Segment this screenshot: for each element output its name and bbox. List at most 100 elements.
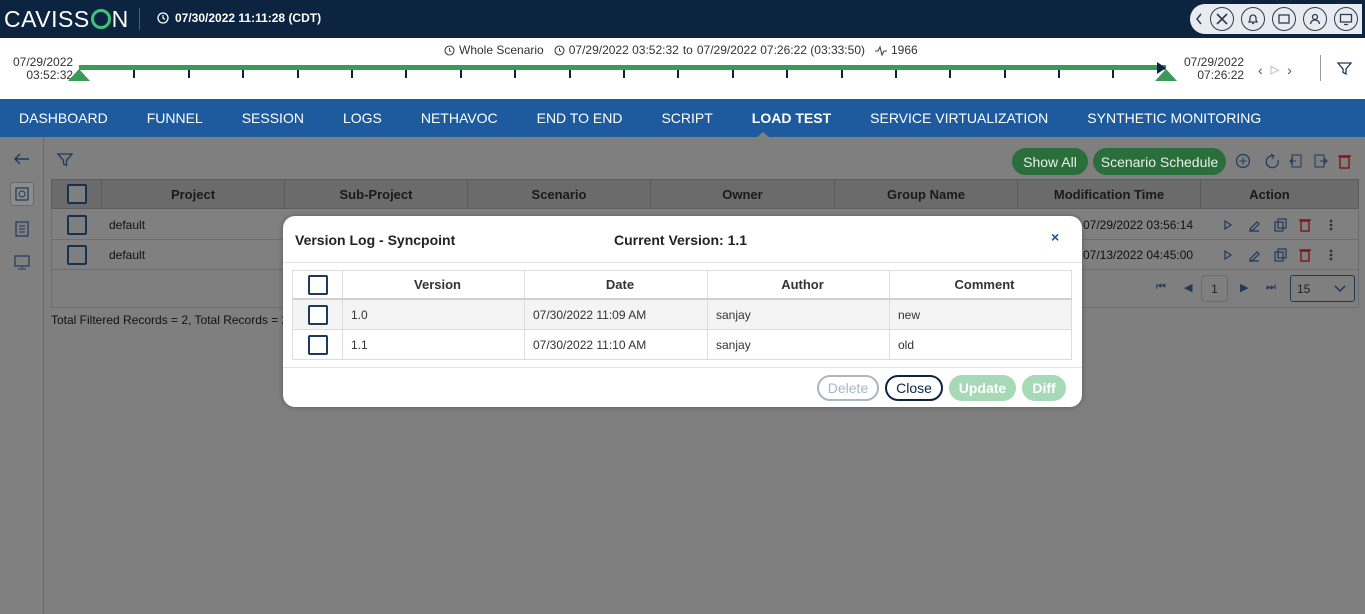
- add-icon: [1235, 153, 1251, 169]
- display-icon[interactable]: [1272, 7, 1296, 31]
- row-project: default: [109, 218, 146, 232]
- col-scenario[interactable]: Scenario: [468, 180, 651, 208]
- timeline-start-handle: [68, 69, 90, 81]
- dialog-header: Version Log - Syncpoint Current Version:…: [283, 216, 1082, 263]
- version-log-dialog: Version Log - Syncpoint Current Version:…: [283, 216, 1082, 407]
- select-all-checkbox[interactable]: [66, 184, 87, 204]
- chevron-left-icon[interactable]: ‹: [1258, 62, 1263, 79]
- nav-synthetic-monitoring[interactable]: SYNTHETIC MONITORING: [1087, 110, 1261, 126]
- row-checkbox[interactable]: [67, 215, 87, 235]
- prev-page-icon[interactable]: ◀: [1184, 281, 1192, 294]
- delete-all-icon: [1338, 155, 1351, 169]
- copy-icon: [1274, 221, 1284, 232]
- header-datetime: 07/30/2022 11:11:28 (CDT): [157, 11, 321, 25]
- nav-end-to-end[interactable]: END TO END: [537, 110, 623, 126]
- header-icon-tray: [1190, 4, 1362, 34]
- last-page-icon[interactable]: ⏭: [1266, 281, 1276, 294]
- diff-button[interactable]: Diff: [1022, 375, 1066, 401]
- row-date: 07/30/2022 11:10 AM: [525, 330, 708, 359]
- bell-icon[interactable]: [1241, 7, 1265, 31]
- row-checkbox-cell: [293, 300, 343, 329]
- tools-icon[interactable]: [1210, 7, 1234, 31]
- first-page-icon[interactable]: ⏮: [1156, 281, 1166, 294]
- clock-icon: [157, 12, 169, 24]
- col-owner[interactable]: Owner: [651, 180, 835, 208]
- play-icon[interactable]: ▷: [1271, 62, 1279, 79]
- row-checkbox[interactable]: [307, 304, 328, 325]
- timeline-summary[interactable]: Whole Scenario 07/29/2022 03:52:32 to 07…: [444, 43, 918, 57]
- trash-icon: [1300, 220, 1310, 232]
- top-header: CAVISS N 07/30/2022 11:11:28 (CDT): [0, 0, 1365, 38]
- row-version: 1.1: [343, 330, 525, 359]
- more-icon: [1329, 219, 1333, 223]
- toolbar-icons: [1235, 153, 1351, 169]
- show-all-button[interactable]: Show All: [1012, 148, 1088, 175]
- nav-load-test[interactable]: LOAD TEST: [752, 110, 831, 126]
- col-group-name[interactable]: Group Name: [835, 180, 1018, 208]
- current-version: Current Version: 1.1: [614, 232, 748, 248]
- play-icon: [1224, 219, 1233, 231]
- export-icon: [1314, 154, 1328, 168]
- col-action: Action: [1249, 186, 1290, 202]
- version-table: Version Date Author Comment 1.0 07/30/20…: [292, 270, 1072, 360]
- page-number[interactable]: 1: [1201, 275, 1228, 302]
- header-divider: [139, 8, 140, 30]
- timeline-end: 07/29/2022 07:26:22: [1184, 55, 1245, 82]
- next-page-icon[interactable]: ▶: [1240, 281, 1248, 294]
- col-date: Date: [525, 271, 708, 298]
- back-arrow-icon[interactable]: [10, 147, 34, 171]
- filter-icon[interactable]: [1337, 61, 1352, 76]
- chevron-left-icon[interactable]: [1195, 13, 1203, 25]
- nav-nethavoc[interactable]: NETHAVOC: [421, 110, 498, 126]
- left-sidebar: [0, 137, 44, 614]
- row-version: 1.0: [343, 300, 525, 329]
- filter-icon[interactable]: [57, 152, 73, 168]
- dialog-title: Version Log - Syncpoint: [295, 232, 456, 248]
- nav-service-virtualization[interactable]: SERVICE VIRTUALIZATION: [870, 110, 1048, 126]
- nav-funnel[interactable]: FUNNEL: [147, 110, 203, 126]
- table-row[interactable]: 1.1 07/30/2022 11:10 AM sanjay old: [292, 330, 1072, 360]
- cavisson-logo: CAVISS N: [4, 6, 129, 32]
- chevron-down-icon: [1334, 285, 1346, 293]
- row-author: sanjay: [708, 300, 890, 329]
- close-button[interactable]: Close: [885, 375, 943, 401]
- dialog-footer: [283, 367, 1082, 368]
- row-author: sanjay: [708, 330, 890, 359]
- monitor-icon[interactable]: [1334, 7, 1358, 31]
- nav-logs[interactable]: LOGS: [343, 110, 382, 126]
- row-modification-time: 07/29/2022 03:56:14: [1083, 218, 1194, 232]
- row-checkbox[interactable]: [67, 245, 87, 265]
- ip-monitor-icon[interactable]: [10, 251, 34, 275]
- document-icon[interactable]: [10, 217, 34, 241]
- user-icon[interactable]: [1303, 7, 1327, 31]
- timeline-divider: [1320, 55, 1321, 81]
- logo-o-icon: [90, 9, 111, 29]
- version-table-header: Version Date Author Comment: [292, 270, 1072, 300]
- col-sub-project[interactable]: Sub-Project: [285, 180, 468, 208]
- select-all-cell: [293, 271, 343, 298]
- timeline-ticks: [68, 62, 1177, 81]
- scenario-schedule-button[interactable]: Scenario Schedule: [1093, 148, 1226, 175]
- select-all-checkbox[interactable]: [307, 274, 328, 295]
- nav-script[interactable]: SCRIPT: [661, 110, 712, 126]
- col-project[interactable]: Project: [102, 180, 285, 208]
- row-checkbox[interactable]: [307, 334, 328, 355]
- scenario-icon[interactable]: [10, 182, 34, 206]
- col-modification-time[interactable]: Modification Time: [1018, 180, 1201, 208]
- row-modification-time: 07/13/2022 04:45:00: [1083, 248, 1194, 262]
- col-comment: Comment: [954, 277, 1015, 292]
- col-author: Author: [708, 271, 890, 298]
- row-checkbox-cell: [293, 330, 343, 359]
- row-action-icons: [1224, 218, 1333, 262]
- table-row[interactable]: 1.0 07/30/2022 11:09 AM sanjay new: [292, 300, 1072, 330]
- nav-session[interactable]: SESSION: [242, 110, 304, 126]
- nav-dashboard[interactable]: DASHBOARD: [19, 110, 108, 126]
- row-comment: new: [898, 307, 921, 322]
- delete-button[interactable]: Delete: [817, 375, 879, 401]
- timeline-scope: Whole Scenario: [459, 43, 544, 57]
- chevron-right-icon[interactable]: ›: [1287, 62, 1292, 79]
- close-icon[interactable]: ×: [1051, 229, 1059, 245]
- row-comment: old: [898, 337, 915, 352]
- update-button[interactable]: Update: [949, 375, 1016, 401]
- clock-icon: [444, 44, 455, 56]
